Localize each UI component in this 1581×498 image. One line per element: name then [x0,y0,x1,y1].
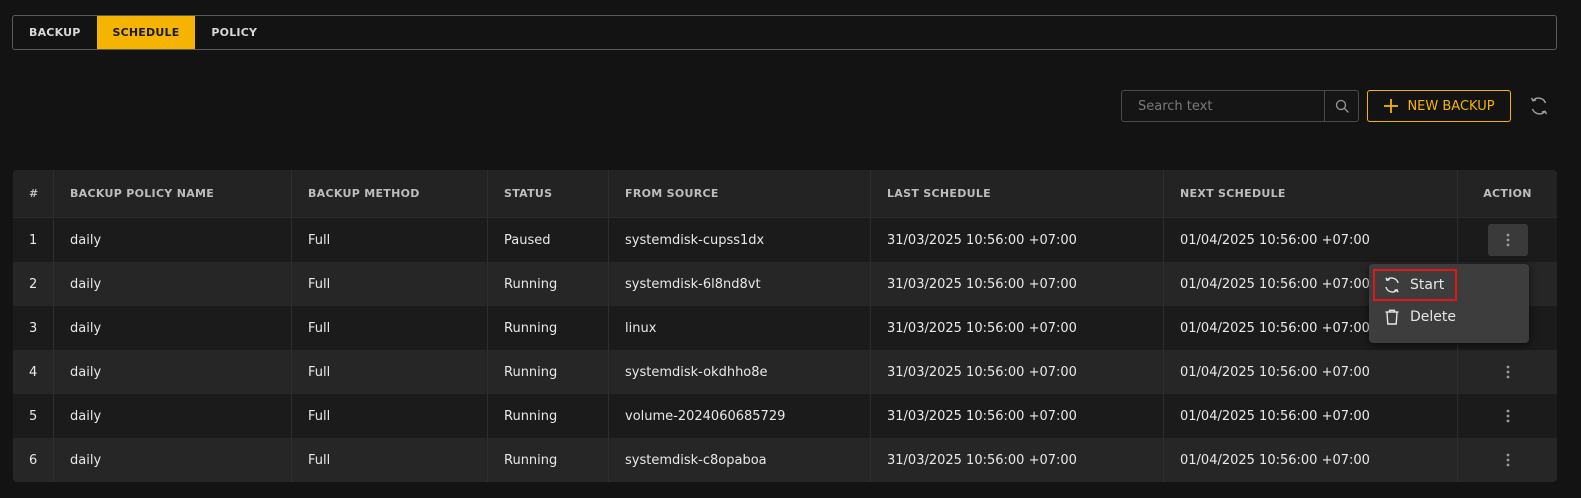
row-action [1458,218,1557,262]
tab-backup[interactable]: BACKUP [13,16,97,49]
table-row: 5 daily Full Running volume-202406068572… [13,394,1557,438]
sync-icon [1385,277,1399,293]
row-policy-name: daily [54,306,292,350]
row-index: 2 [13,262,54,306]
row-policy-name: daily [54,438,292,482]
row-index: 4 [13,350,54,394]
table-header-row: # BACKUP POLICY NAME BACKUP METHOD STATU… [13,170,1557,218]
header-last-schedule: LAST SCHEDULE [871,170,1164,217]
row-status: Running [488,350,609,394]
trash-icon [1385,309,1399,325]
new-backup-label: NEW BACKUP [1407,98,1495,114]
header-action: ACTION [1483,187,1532,200]
refresh-button[interactable] [1528,95,1550,117]
row-index: 1 [13,218,54,262]
table-row: 4 daily Full Running systemdisk-okdhho8e… [13,350,1557,394]
row-last-schedule: 31/03/2025 10:56:00 +07:00 [871,306,1164,350]
tab-policy[interactable]: POLICY [195,16,273,49]
menu-item-start[interactable]: Start [1373,269,1457,301]
plus-icon [1384,99,1399,113]
row-backup-method: Full [292,306,488,350]
row-index: 5 [13,394,54,438]
row-status: Running [488,262,609,306]
row-action [1458,438,1557,482]
row-from-source: systemdisk-c8opaboa [609,438,871,482]
row-backup-method: Full [292,218,488,262]
row-policy-name: daily [54,350,292,394]
menu-item-delete[interactable]: Delete [1373,301,1525,333]
refresh-icon [1530,97,1548,115]
row-action-button[interactable] [1488,356,1528,388]
search-box [1121,90,1359,122]
more-vertical-icon [1506,453,1509,467]
header-backup-method: BACKUP METHOD [292,170,488,217]
row-status: Running [488,438,609,482]
row-index: 3 [13,306,54,350]
menu-item-delete-label: Delete [1410,309,1456,325]
header-policy-name: BACKUP POLICY NAME [54,170,292,217]
row-status: Running [488,394,609,438]
header-from-source: FROM SOURCE [609,170,871,217]
header-next-schedule: NEXT SCHEDULE [1164,170,1458,217]
row-action [1458,394,1557,438]
row-from-source: linux [609,306,871,350]
tab-bar: BACKUP SCHEDULE POLICY [12,15,1557,50]
table-row: 1 daily Full Paused systemdisk-cupss1dx … [13,218,1557,262]
row-policy-name: daily [54,394,292,438]
more-vertical-icon [1506,409,1509,423]
header-index: # [13,170,54,217]
row-from-source: systemdisk-okdhho8e [609,350,871,394]
row-action [1458,350,1557,394]
row-last-schedule: 31/03/2025 10:56:00 +07:00 [871,394,1164,438]
table-row: 6 daily Full Running systemdisk-c8opaboa… [13,438,1557,482]
row-status: Running [488,306,609,350]
more-vertical-icon [1506,365,1509,379]
row-policy-name: daily [54,218,292,262]
row-action-button[interactable] [1488,400,1528,432]
row-backup-method: Full [292,438,488,482]
row-backup-method: Full [292,350,488,394]
action-menu: Start Delete [1369,264,1529,343]
row-last-schedule: 31/03/2025 10:56:00 +07:00 [871,262,1164,306]
row-last-schedule: 31/03/2025 10:56:00 +07:00 [871,438,1164,482]
row-policy-name: daily [54,262,292,306]
row-last-schedule: 31/03/2025 10:56:00 +07:00 [871,350,1164,394]
row-next-schedule: 01/04/2025 10:56:00 +07:00 [1164,438,1458,482]
menu-item-start-label: Start [1410,277,1445,293]
row-next-schedule: 01/04/2025 10:56:00 +07:00 [1164,350,1458,394]
new-backup-button[interactable]: NEW BACKUP [1367,90,1511,122]
search-icon [1335,99,1349,113]
search-input[interactable] [1122,91,1324,121]
table-row: 2 daily Full Running systemdisk-6l8nd8vt… [13,262,1557,306]
row-backup-method: Full [292,394,488,438]
row-from-source: systemdisk-6l8nd8vt [609,262,871,306]
row-index: 6 [13,438,54,482]
tab-schedule[interactable]: SCHEDULE [96,16,196,49]
row-from-source: volume-2024060685729 [609,394,871,438]
search-button[interactable] [1324,91,1358,121]
more-vertical-icon [1506,233,1509,247]
row-next-schedule: 01/04/2025 10:56:00 +07:00 [1164,394,1458,438]
row-from-source: systemdisk-cupss1dx [609,218,871,262]
row-action-button[interactable] [1487,224,1528,256]
schedule-table: # BACKUP POLICY NAME BACKUP METHOD STATU… [13,170,1557,482]
row-next-schedule: 01/04/2025 10:56:00 +07:00 [1164,218,1458,262]
table-row: 3 daily Full Running linux 31/03/2025 10… [13,306,1557,350]
row-status: Paused [488,218,609,262]
header-status: STATUS [488,170,609,217]
row-action-button[interactable] [1488,444,1528,476]
row-last-schedule: 31/03/2025 10:56:00 +07:00 [871,218,1164,262]
row-backup-method: Full [292,262,488,306]
